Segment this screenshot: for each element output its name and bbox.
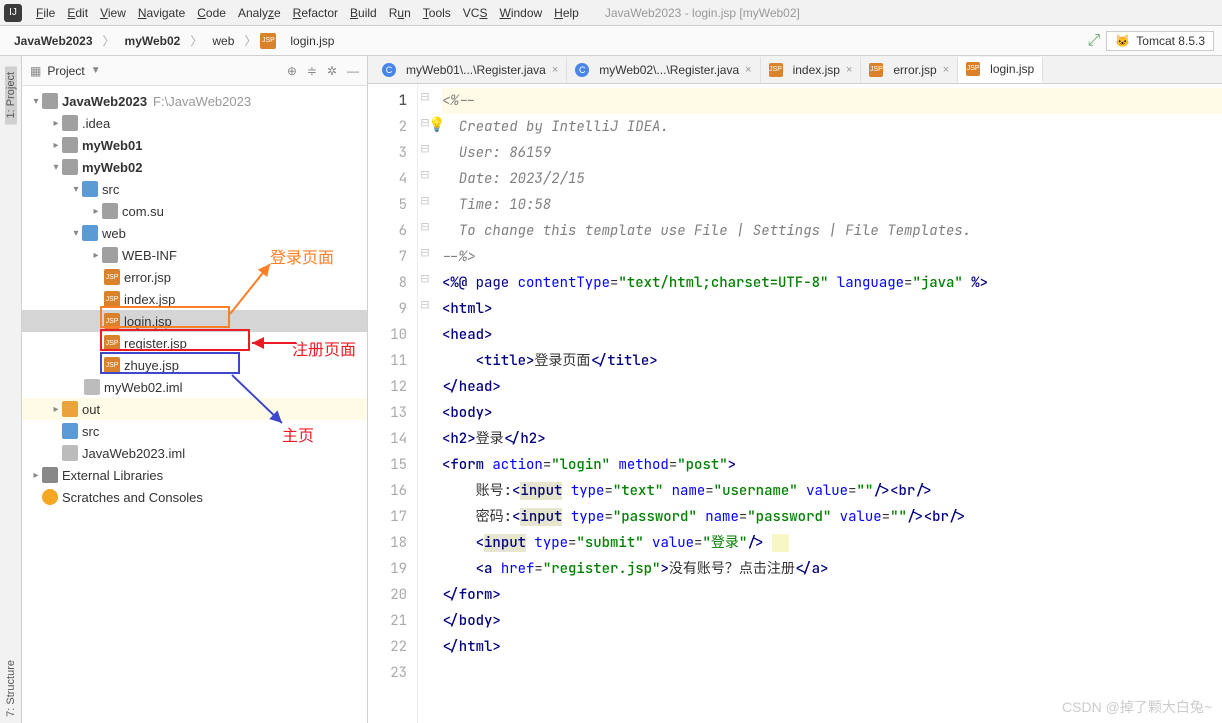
breadcrumb-sep: 〉 — [190, 32, 202, 49]
window-title: JavaWeb2023 - login.jsp [myWeb02] — [605, 6, 800, 20]
tree-registerjsp[interactable]: JSPregister.jsp — [22, 332, 367, 354]
project-combo-icon[interactable]: ▦ — [30, 64, 41, 78]
run-config-combo[interactable]: 🐱 Tomcat 8.5.3 — [1106, 31, 1214, 51]
tree-errorjsp[interactable]: JSPerror.jsp — [22, 266, 367, 288]
tree-src[interactable]: ▾src — [22, 178, 367, 200]
crumb-folder[interactable]: web — [206, 32, 240, 50]
tree-web[interactable]: ▾web — [22, 222, 367, 244]
project-panel: ▦ Project ▼ ⊕ ≑ ✲ — ▾JavaWeb2023F:\JavaW… — [22, 56, 368, 723]
tree-rootiml[interactable]: JavaWeb2023.iml — [22, 442, 367, 464]
crumb-module[interactable]: myWeb02 — [119, 32, 187, 50]
menu-help[interactable]: Help — [548, 6, 585, 20]
menu-analyze[interactable]: Analyze — [232, 6, 287, 20]
fold-column[interactable]: ⊟⊟⊟⊟⊟⊟⊟⊟⊟ — [418, 84, 432, 723]
tree-myweb01[interactable]: ▸myWeb01 — [22, 134, 367, 156]
collapse-icon[interactable]: ≑ — [307, 64, 317, 78]
gear-icon[interactable]: ✲ — [327, 64, 337, 78]
chevron-down-icon[interactable]: ▼ — [91, 65, 101, 76]
crumb-project[interactable]: JavaWeb2023 — [8, 32, 99, 50]
tree-comsu[interactable]: ▸com.su — [22, 200, 367, 222]
menu-edit[interactable]: Edit — [61, 6, 94, 20]
menu-refactor[interactable]: Refactor — [287, 6, 344, 20]
editor-area: CmyWeb01\...\Register.java× CmyWeb02\...… — [368, 56, 1222, 723]
run-config-label: Tomcat 8.5.3 — [1136, 34, 1205, 48]
app-icon: IJ — [4, 4, 22, 22]
menu-tools[interactable]: Tools — [417, 6, 457, 20]
breadcrumb-sep: 〉 — [103, 32, 115, 49]
tree-zhuyejsp[interactable]: JSPzhuye.jsp — [22, 354, 367, 376]
code-content[interactable]: 💡 <%-- Created by IntelliJ IDEA. User: 8… — [432, 84, 1222, 723]
crumb-file[interactable]: login.jsp — [284, 32, 340, 50]
close-icon[interactable]: × — [846, 64, 852, 76]
tree-iml[interactable]: myWeb02.iml — [22, 376, 367, 398]
breadcrumb-sep: 〉 — [244, 32, 256, 49]
hide-icon[interactable]: — — [347, 64, 359, 78]
tree-extlib[interactable]: ▸External Libraries — [22, 464, 367, 486]
tool-tab-structure[interactable]: 7: Structure — [5, 654, 17, 723]
tab-register1[interactable]: CmyWeb01\...\Register.java× — [374, 57, 567, 83]
editor-tabs: CmyWeb01\...\Register.java× CmyWeb02\...… — [368, 56, 1222, 84]
tree-myweb02[interactable]: ▾myWeb02 — [22, 156, 367, 178]
project-panel-title[interactable]: Project — [47, 64, 84, 78]
tool-tab-project[interactable]: 1: Project — [5, 66, 17, 124]
menu-file[interactable]: File — [30, 6, 61, 20]
tree-scratch[interactable]: Scratches and Consoles — [22, 486, 367, 508]
menu-view[interactable]: View — [94, 6, 132, 20]
menu-build[interactable]: Build — [344, 6, 383, 20]
tree-idea[interactable]: ▸.idea — [22, 112, 367, 134]
project-panel-header: ▦ Project ▼ ⊕ ≑ ✲ — — [22, 56, 367, 86]
menu-run[interactable]: Run — [383, 6, 417, 20]
code-editor[interactable]: 1234567891011121314151617181920212223 ⊟⊟… — [368, 84, 1222, 723]
breadcrumb: JavaWeb2023 〉 myWeb02 〉 web 〉 JSP login.… — [8, 32, 340, 50]
toolbar: JavaWeb2023 〉 myWeb02 〉 web 〉 JSP login.… — [0, 26, 1222, 56]
menu-code[interactable]: Code — [191, 6, 232, 20]
tree-src2[interactable]: src — [22, 420, 367, 442]
menu-window[interactable]: Window — [493, 6, 548, 20]
locate-icon[interactable]: ⊕ — [287, 64, 297, 78]
gutter: 1234567891011121314151617181920212223 — [368, 84, 418, 723]
jsp-icon: JSP — [260, 33, 276, 49]
build-icon[interactable]: ⤢ — [1088, 32, 1101, 50]
project-tree[interactable]: ▾JavaWeb2023F:\JavaWeb2023 ▸.idea ▸myWeb… — [22, 86, 367, 512]
tree-webinf[interactable]: ▸WEB-INF — [22, 244, 367, 266]
tab-login[interactable]: JSPlogin.jsp — [958, 57, 1043, 83]
tab-error[interactable]: JSPerror.jsp× — [861, 57, 958, 83]
intention-bulb-icon[interactable]: 💡 — [428, 112, 445, 138]
menu-navigate[interactable]: Navigate — [132, 6, 191, 20]
tool-window-bar-left: 1: Project 7: Structure — [0, 56, 22, 723]
close-icon[interactable]: × — [943, 64, 949, 76]
close-icon[interactable]: × — [552, 64, 558, 76]
menu-bar: IJ File Edit View Navigate Code Analyze … — [0, 0, 1222, 26]
tree-out[interactable]: ▸out — [22, 398, 367, 420]
watermark: CSDN @掉了颗大白兔~ — [1062, 697, 1212, 717]
tree-loginjsp[interactable]: JSPlogin.jsp — [22, 310, 367, 332]
menu-vcs[interactable]: VCS — [457, 6, 494, 20]
main-area: 1: Project 7: Structure ▦ Project ▼ ⊕ ≑ … — [0, 56, 1222, 723]
tomcat-icon: 🐱 — [1115, 34, 1130, 48]
tab-register2[interactable]: CmyWeb02\...\Register.java× — [567, 57, 760, 83]
tree-root[interactable]: ▾JavaWeb2023F:\JavaWeb2023 — [22, 90, 367, 112]
tree-indexjsp[interactable]: JSPindex.jsp — [22, 288, 367, 310]
close-icon[interactable]: × — [745, 64, 751, 76]
tab-index[interactable]: JSPindex.jsp× — [761, 57, 862, 83]
